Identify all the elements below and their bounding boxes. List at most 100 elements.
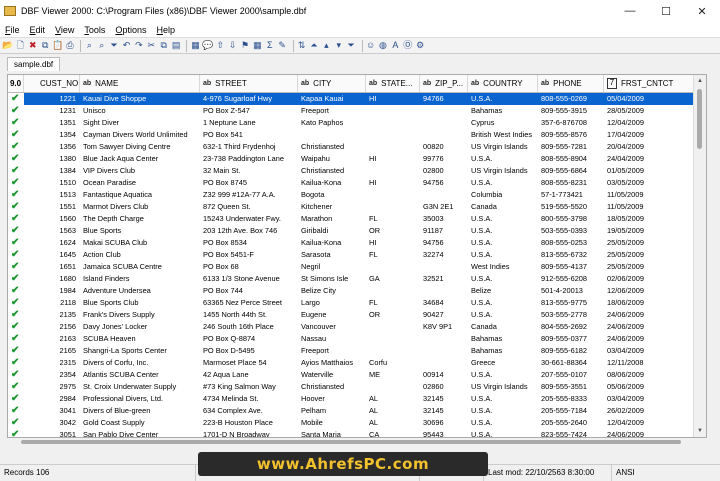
column-header-frst-cntct[interactable]: 7 FRST_CNTCT (604, 75, 694, 92)
table-cell[interactable]: Kato Paphos (298, 117, 366, 129)
table-cell[interactable]: HI (366, 93, 420, 105)
table-cell[interactable]: U.S.A. (468, 393, 538, 405)
cut-icon[interactable]: ✂ (146, 40, 156, 51)
check-icon[interactable]: ✔ (8, 129, 24, 141)
table-cell[interactable]: 808-555-8904 (538, 153, 604, 165)
table-cell[interactable]: 813-555-9775 (538, 297, 604, 309)
settings-icon[interactable]: ⚙ (415, 40, 425, 51)
table-cell[interactable]: Atlantis SCUBA Center (80, 369, 200, 381)
table-cell[interactable]: U.S.A. (468, 417, 538, 429)
prev-icon[interactable]: ▴ (321, 40, 331, 51)
table-cell[interactable]: AL (366, 393, 420, 405)
table-cell[interactable]: 808-555-8231 (538, 177, 604, 189)
table-cell[interactable]: Bogota (298, 189, 366, 201)
table-cell[interactable]: 1680 (24, 273, 80, 285)
table-cell[interactable]: Shangri-La Sports Center (80, 345, 200, 357)
sigma-icon[interactable]: Σ (265, 40, 275, 51)
table-cell[interactable]: Negril (298, 261, 366, 273)
table-cell[interactable]: 1513 (24, 189, 80, 201)
table-cell[interactable]: 6133 1/3 Stone Avenue (200, 273, 298, 285)
table-cell[interactable]: 34684 (420, 297, 468, 309)
table-row[interactable]: ✔ 2163 SCUBA Heaven PO Box Q-8874 Nassau Baha… (8, 333, 694, 345)
menu-item-0[interactable]: File (0, 25, 25, 35)
check-icon[interactable]: ✔ (8, 153, 24, 165)
table-cell[interactable] (366, 321, 420, 333)
table-cell[interactable]: 24/04/2009 (604, 153, 694, 165)
table-cell[interactable]: 11/05/2009 (604, 189, 694, 201)
table-cell[interactable]: Cyprus (468, 117, 538, 129)
table-cell[interactable]: Fantastique Aquatica (80, 189, 200, 201)
table-cell[interactable]: CA (366, 429, 420, 437)
table-row[interactable]: ✔ 1354 Cayman Divers World Unlimited PO Box… (8, 129, 694, 141)
table-cell[interactable]: AL (366, 417, 420, 429)
table-cell[interactable]: US Virgin Islands (468, 165, 538, 177)
table-cell[interactable]: Canada (468, 201, 538, 213)
table-row[interactable]: ✔ 1356 Tom Sawyer Diving Centre 632-1 Third… (8, 141, 694, 153)
sort-az-icon[interactable]: ⇅ (297, 40, 307, 51)
table-cell[interactable]: U.S.A. (468, 177, 538, 189)
table-row[interactable]: ✔ 2118 Blue Sports Club 63365 Nez Perce Str… (8, 297, 694, 309)
table-cell[interactable]: FL (366, 297, 420, 309)
table-cell[interactable]: 94766 (420, 93, 468, 105)
check-icon[interactable]: ✔ (8, 369, 24, 381)
table-cell[interactable]: 95443 (420, 429, 468, 437)
table-cell[interactable]: 23-738 Paddington Lane (200, 153, 298, 165)
table-cell[interactable] (366, 261, 420, 273)
table-cell[interactable]: U.S.A. (468, 93, 538, 105)
table-cell[interactable]: 03/04/2009 (604, 345, 694, 357)
table-cell[interactable]: 804-555-2692 (538, 321, 604, 333)
table-cell[interactable]: Belize (468, 285, 538, 297)
table-cell[interactable]: 19/05/2009 (604, 225, 694, 237)
table-cell[interactable] (366, 189, 420, 201)
table-cell[interactable]: 18/06/2009 (604, 297, 694, 309)
table-cell[interactable]: 30-661-88364 (538, 357, 604, 369)
table-cell[interactable]: 20/04/2009 (604, 141, 694, 153)
table-cell[interactable]: San Pablo Dive Center (80, 429, 200, 437)
table-cell[interactable]: #73 King Salmon Way (200, 381, 298, 393)
table-cell[interactable]: St Simons Isle (298, 273, 366, 285)
check-icon[interactable]: ✔ (8, 273, 24, 285)
table-cell[interactable]: HI (366, 177, 420, 189)
table-cell[interactable]: 94756 (420, 237, 468, 249)
table-cell[interactable]: 28/05/2009 (604, 105, 694, 117)
table-cell[interactable]: Kailua-Kona (298, 237, 366, 249)
table-cell[interactable]: 2975 (24, 381, 80, 393)
table-cell[interactable]: US Virgin Islands (468, 381, 538, 393)
table-cell[interactable]: GA (366, 273, 420, 285)
table-cell[interactable]: 42 Aqua Lane (200, 369, 298, 381)
table-cell[interactable] (420, 129, 468, 141)
check-icon[interactable]: ✔ (8, 381, 24, 393)
first-icon[interactable]: ⏶ (309, 40, 319, 51)
check-icon[interactable]: ✔ (8, 165, 24, 177)
table-row[interactable]: ✔ 1231 Unisco PO Box Z-547 Freeport Bahamas 80… (8, 105, 694, 117)
table-cell[interactable]: 503-555-2778 (538, 309, 604, 321)
check-icon[interactable]: ✔ (8, 405, 24, 417)
table-cell[interactable]: PO Box Q-8874 (200, 333, 298, 345)
table-cell[interactable]: 03/04/2009 (604, 393, 694, 405)
check-icon[interactable]: ✔ (8, 189, 24, 201)
table-cell[interactable]: 809-555-7281 (538, 141, 604, 153)
table-cell[interactable]: G3N 2E1 (420, 201, 468, 213)
table-cell[interactable]: 08/06/2009 (604, 369, 694, 381)
table-cell[interactable]: 1 Neptune Lane (200, 117, 298, 129)
check-icon[interactable]: ✔ (8, 333, 24, 345)
table-row[interactable]: ✔ 1221 Kauai Dive Shoppe 4-976 Sugarloaf Hw… (8, 93, 694, 105)
table-cell[interactable]: U.S.A. (468, 273, 538, 285)
table-cell[interactable]: Greece (468, 357, 538, 369)
table-cell[interactable]: 32145 (420, 405, 468, 417)
table-cell[interactable]: PO Box Z-547 (200, 105, 298, 117)
table-cell[interactable]: 809-555-6864 (538, 165, 604, 177)
table-cell[interactable]: Bahamas (468, 333, 538, 345)
check-icon[interactable]: ✔ (8, 225, 24, 237)
table-cell[interactable]: 2118 (24, 297, 80, 309)
check-icon[interactable]: ✔ (8, 177, 24, 189)
table-cell[interactable]: 808-555-0269 (538, 93, 604, 105)
table-cell[interactable]: Island Finders (80, 273, 200, 285)
users-icon[interactable]: ☺ (366, 40, 376, 51)
table-row[interactable]: ✔ 1380 Blue Jack Aqua Center 23-738 Padding… (8, 153, 694, 165)
table-cell[interactable]: Eugene (298, 309, 366, 321)
column-header-country[interactable]: ab COUNTRY (468, 75, 538, 92)
column-header-phone[interactable]: ab PHONE (538, 75, 604, 92)
table-cell[interactable]: 3051 (24, 429, 80, 437)
table-cell[interactable]: Frank's Divers Supply (80, 309, 200, 321)
